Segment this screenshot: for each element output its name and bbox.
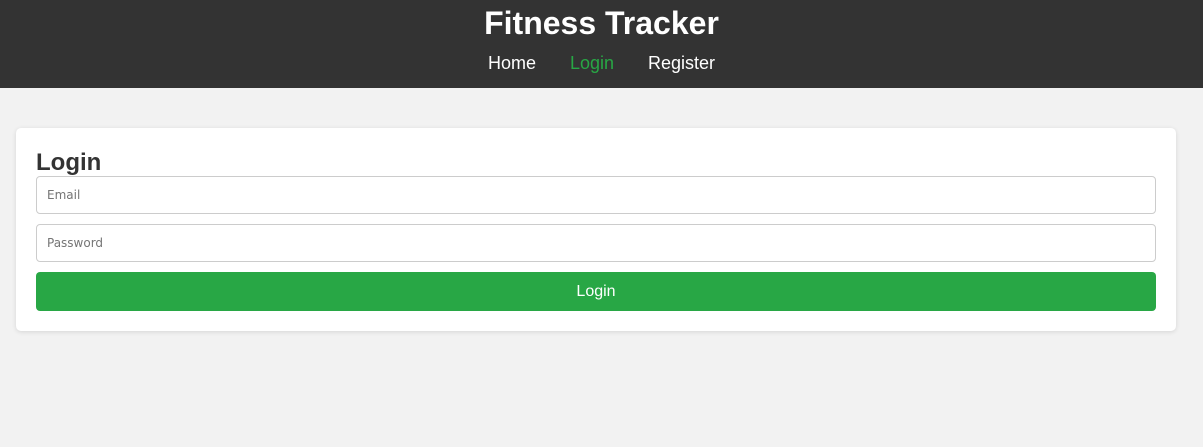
nav-link-login[interactable]: Login (570, 52, 614, 74)
nav-link-register[interactable]: Register (648, 52, 715, 74)
login-card: Login Login (16, 128, 1176, 331)
main-nav: Home Login Register (0, 52, 1203, 74)
site-header: Fitness Tracker Home Login Register (0, 0, 1203, 88)
app-title: Fitness Tracker (484, 5, 719, 41)
login-title: Login (36, 149, 102, 176)
password-input[interactable] (36, 224, 1156, 262)
email-input[interactable] (36, 176, 1156, 214)
nav-link-home[interactable]: Home (488, 52, 536, 74)
login-button[interactable]: Login (36, 272, 1156, 311)
